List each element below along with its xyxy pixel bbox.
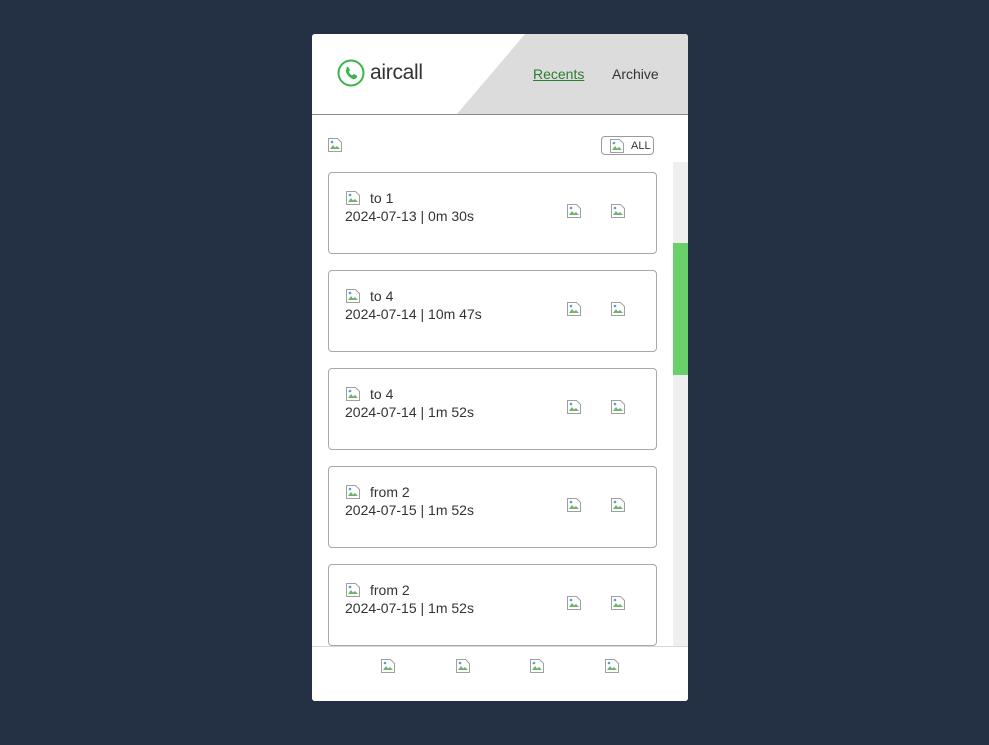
call-direction-row: from 2 (345, 582, 410, 598)
call-type-icon (345, 582, 361, 598)
all-filter-button[interactable]: ALL (601, 136, 654, 155)
call-card[interactable]: from 2 2024-07-15 | 1m 52s (328, 564, 657, 646)
call-action-icon[interactable] (610, 203, 626, 219)
call-direction-row: from 2 (345, 484, 410, 500)
call-action-icon[interactable] (566, 203, 582, 219)
all-filter-label: ALL (631, 139, 651, 152)
call-date-duration: 2024-07-13 | 0m 30s (345, 208, 474, 224)
call-direction-label: to 4 (370, 288, 394, 304)
call-date-duration: 2024-07-14 | 1m 52s (345, 404, 474, 420)
call-action-icon[interactable] (566, 497, 582, 513)
call-direction-label: from 2 (370, 484, 410, 500)
call-date-duration: 2024-07-15 | 1m 52s (345, 600, 474, 616)
call-action-icon[interactable] (566, 595, 582, 611)
call-direction-row: to 4 (345, 386, 393, 402)
scrollbar-track[interactable] (673, 162, 688, 646)
call-direction-row: to 4 (345, 288, 393, 304)
call-date-duration: 2024-07-14 | 10m 47s (345, 306, 482, 322)
call-action-icon[interactable] (610, 497, 626, 513)
call-direction-label: to 1 (370, 190, 394, 206)
phone-frame: aircall Recents Archive ALL to 1 2024-07… (312, 34, 688, 701)
call-type-icon (345, 190, 361, 206)
call-action-icon[interactable] (566, 399, 582, 415)
bottom-nav-icon[interactable] (604, 658, 620, 674)
call-action-icon[interactable] (566, 301, 582, 317)
call-type-icon (345, 288, 361, 304)
bottom-nav-icon[interactable] (529, 658, 545, 674)
call-card[interactable]: to 1 2024-07-13 | 0m 30s (328, 172, 657, 254)
tab-recents[interactable]: Recents (533, 66, 584, 82)
bottom-nav-icon[interactable] (455, 658, 471, 674)
call-type-icon (345, 484, 361, 500)
aircall-logo: aircall (337, 59, 423, 87)
call-card[interactable]: from 2 2024-07-15 | 1m 52s (328, 466, 657, 548)
call-list: to 1 2024-07-13 | 0m 30s to 4 2024-07-14… (328, 172, 657, 646)
logo-text: aircall (370, 61, 423, 84)
tab-archive[interactable]: Archive (612, 66, 659, 82)
call-action-icon[interactable] (610, 301, 626, 317)
call-card[interactable]: to 4 2024-07-14 | 1m 52s (328, 368, 657, 450)
filter-image-icon[interactable] (327, 137, 343, 153)
call-card[interactable]: to 4 2024-07-14 | 10m 47s (328, 270, 657, 352)
bottom-nav (312, 646, 688, 701)
call-date-duration: 2024-07-15 | 1m 52s (345, 502, 474, 518)
bottom-nav-icon[interactable] (380, 658, 396, 674)
broken-image-icon (609, 138, 625, 154)
call-direction-label: from 2 (370, 582, 410, 598)
scrollbar-thumb[interactable] (673, 243, 688, 375)
call-direction-row: to 1 (345, 190, 393, 206)
call-type-icon (345, 386, 361, 402)
call-action-icon[interactable] (610, 595, 626, 611)
app-header: aircall Recents Archive (312, 34, 688, 115)
phone-logo-icon (337, 59, 365, 87)
call-direction-label: to 4 (370, 386, 394, 402)
call-action-icon[interactable] (610, 399, 626, 415)
